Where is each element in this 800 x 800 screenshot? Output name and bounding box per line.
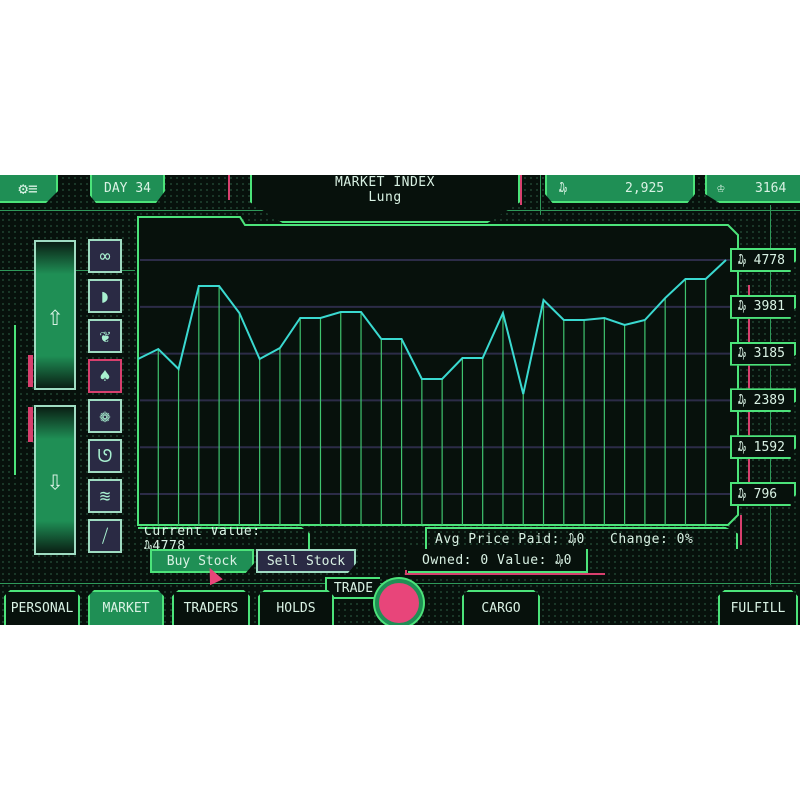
owned-panel: Owned: 0 Value: ₯0: [408, 549, 588, 573]
trade-button[interactable]: [375, 579, 423, 625]
current-value-panel: Current Value: ₯4778: [138, 527, 310, 549]
tab-label: PERSONAL: [10, 601, 74, 616]
game-screen: ⚙≡ DAY 34 MARKET INDEX Lung ₯ 2,925 ♔ 31…: [0, 175, 800, 625]
y-tick-label: ₯ 4778: [730, 248, 796, 272]
y-tick-label: ₯ 3185: [730, 341, 796, 366]
trade-label: TRADE: [333, 580, 374, 596]
owned-value: Owned: 0 Value: ₯0: [422, 552, 572, 568]
tab-label: HOLDS: [276, 601, 316, 616]
tab-label: MARKET: [102, 601, 150, 616]
tab-cargo[interactable]: CARGO: [462, 590, 540, 625]
market-chart: [137, 216, 739, 526]
tab-label: TRADERS: [183, 601, 239, 616]
tab-label: FULFILL: [730, 601, 786, 616]
sell-stock-button[interactable]: Sell Stock: [256, 549, 356, 573]
tab-traders[interactable]: TRADERS: [172, 590, 250, 625]
buy-stock-button[interactable]: Buy Stock: [150, 549, 254, 573]
chart-frame: [137, 216, 739, 526]
tab-market[interactable]: MARKET: [88, 590, 164, 625]
avg-price-paid: Avg Price Paid: ₯0: [435, 531, 585, 547]
tab-holds[interactable]: HOLDS: [258, 590, 334, 625]
tab-personal[interactable]: PERSONAL: [4, 590, 80, 625]
avg-price-panel: Avg Price Paid: ₯0 Change: 0%: [425, 527, 738, 549]
buy-stock-label: Buy Stock: [166, 553, 238, 569]
y-tick-label: ₯ 2389: [730, 388, 796, 413]
y-tick-label: ₯ 1592: [730, 435, 796, 460]
tab-label: CARGO: [481, 601, 521, 616]
sell-stock-label: Sell Stock: [266, 553, 346, 569]
y-tick-label: ₯ 796: [730, 482, 796, 506]
change-percent: Change: 0%: [610, 531, 694, 547]
y-tick-label: ₯ 3981: [730, 294, 796, 319]
tab-fulfill[interactable]: FULFILL: [718, 590, 798, 625]
